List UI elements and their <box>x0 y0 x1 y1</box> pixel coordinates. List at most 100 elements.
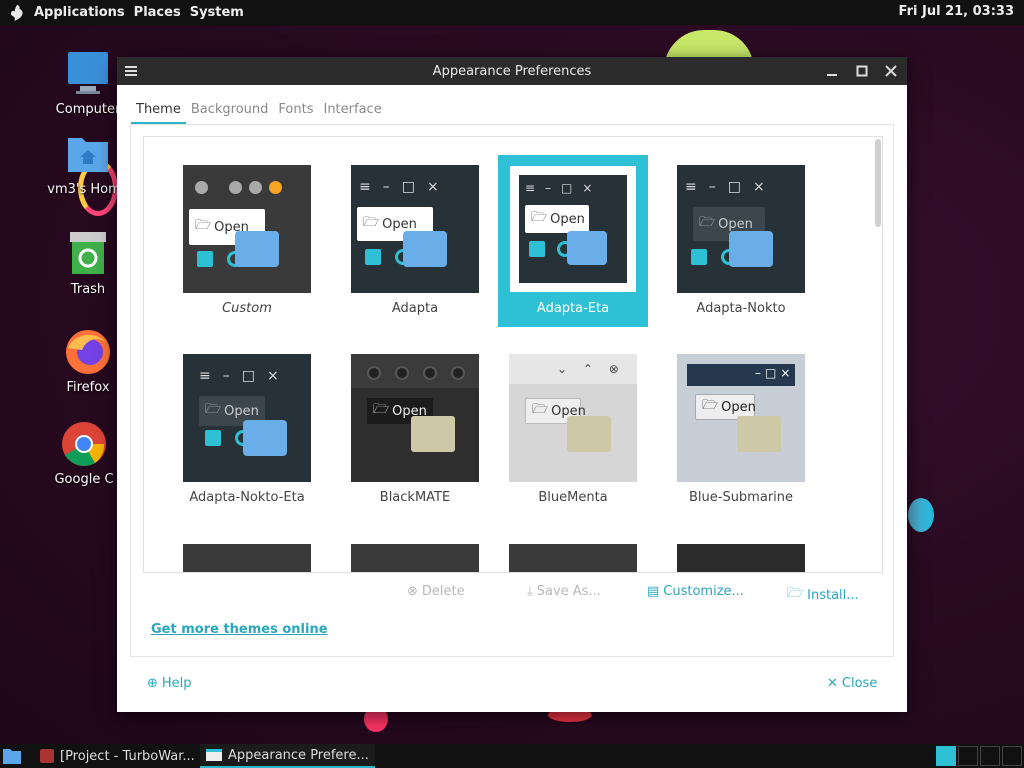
theme-preview <box>351 544 479 572</box>
open-button-preview: 🗁 Open <box>525 205 589 233</box>
close-icon[interactable] <box>881 61 901 81</box>
gnome-foot-icon[interactable] <box>6 2 28 24</box>
theme-preview: –□× 🗁 Open <box>677 354 805 482</box>
places-menu[interactable]: Places <box>134 5 181 20</box>
tab-background[interactable]: Background <box>186 101 274 124</box>
theme-preview: 🗁 Open <box>351 354 479 482</box>
help-button[interactable]: ⊕ Help <box>147 676 192 691</box>
checkbox-icon <box>365 249 381 265</box>
tab-fonts[interactable]: Fonts <box>273 101 318 124</box>
save-as-button[interactable]: ⤓ Save As... <box>527 584 601 599</box>
theme-name: Adapta-Nokto <box>696 301 786 316</box>
theme-name: Adapta-Eta <box>536 301 610 316</box>
folder-icon <box>411 416 455 452</box>
delete-icon: ⊗ <box>407 584 418 599</box>
help-icon: ⊕ <box>147 676 158 691</box>
theme-item-custom[interactable]: 🗁 Open Custom <box>172 155 322 327</box>
theme-name: Blue-Submarine <box>688 490 794 505</box>
folder-icon <box>403 231 447 267</box>
window-titlebar[interactable]: Appearance Preferences <box>117 57 907 85</box>
checkbox-icon <box>691 249 707 265</box>
theme-name: Adapta <box>391 301 439 316</box>
customize-button[interactable]: ▤ Customize... <box>647 584 744 599</box>
folder-icon <box>235 231 279 267</box>
workspace-1[interactable] <box>936 746 956 766</box>
close-button[interactable]: ✕ Close <box>827 676 877 691</box>
theme-item-partial[interactable] <box>172 534 322 572</box>
taskbar-item-project[interactable]: [Project - TurboWar... <box>34 744 201 768</box>
folder-open-icon: 🗁 <box>531 210 548 225</box>
theme-item-adapta[interactable]: ≡–□× 🗁 Open Adapta <box>340 155 490 327</box>
theme-preview <box>509 544 637 572</box>
folder-open-icon: 🗁 <box>532 402 549 417</box>
install-button[interactable]: 🗁 Install... <box>787 584 859 606</box>
window-button-icon <box>451 366 465 380</box>
window-buttons-icon: ≡–□× <box>525 181 603 195</box>
trash-icon <box>64 230 112 278</box>
folder-open-icon: 🗁 <box>787 586 804 601</box>
folder-icon <box>567 416 611 452</box>
folder-icon <box>729 231 773 267</box>
window-icon <box>206 749 222 761</box>
download-icon: ⤓ <box>527 584 533 599</box>
theme-name: BlackMATE <box>379 490 451 505</box>
workspace-3[interactable] <box>980 746 1000 766</box>
theme-preview: 🗁 Open <box>183 165 311 293</box>
theme-item-partial[interactable] <box>340 534 490 572</box>
window-button-icon <box>195 181 208 194</box>
firefox-icon <box>64 328 112 376</box>
clock[interactable]: Fri Jul 21, 03:33 <box>899 4 1014 19</box>
workspace-2[interactable] <box>958 746 978 766</box>
applications-menu[interactable]: Applications <box>34 5 125 20</box>
document-icon: ▤ <box>647 584 660 599</box>
window-button-icon <box>367 366 381 380</box>
theme-item-partial[interactable] <box>498 534 648 572</box>
folder-open-icon: 🗁 <box>373 402 390 417</box>
folder-open-icon: 🗁 <box>699 215 716 230</box>
top-panel: Applications Places System Fri Jul 21, 0… <box>0 0 1024 25</box>
theme-preview <box>183 544 311 572</box>
theme-name: BlueMenta <box>538 490 608 505</box>
tab-theme[interactable]: Theme <box>131 101 186 124</box>
window-buttons-icon: ≡–□× <box>685 179 777 195</box>
get-more-themes-link[interactable]: Get more themes online <box>151 622 328 637</box>
window-button-icon <box>269 181 282 194</box>
appearance-preferences-window: Appearance Preferences Theme Background … <box>117 57 907 712</box>
theme-preview: ≡–□× 🗁 Open <box>510 166 636 292</box>
theme-item-blackmate[interactable]: 🗁 Open BlackMATE <box>340 344 490 516</box>
theme-name: Adapta-Nokto-Eta <box>189 490 305 505</box>
chrome-icon <box>60 420 108 468</box>
theme-item-adapta-nokto-eta[interactable]: ≡–□× 🗁 Open Adapta-Nokto-Eta <box>172 344 322 516</box>
delete-button[interactable]: ⊗ Delete <box>407 584 465 599</box>
show-desktop-icon[interactable] <box>2 747 22 768</box>
folder-icon <box>567 231 607 265</box>
scrollbar[interactable] <box>875 139 881 227</box>
theme-item-blue-submarine[interactable]: –□× 🗁 Open Blue-Submarine <box>666 344 816 516</box>
folder-open-icon: 🗁 <box>205 402 222 417</box>
maximize-icon[interactable] <box>852 61 872 81</box>
close-icon: ✕ <box>827 676 838 691</box>
checkbox-icon <box>529 241 545 257</box>
window-buttons-icon: –□× <box>755 366 795 380</box>
folder-open-icon: 🗁 <box>702 398 719 413</box>
system-menu[interactable]: System <box>190 5 244 20</box>
theme-item-partial[interactable] <box>666 534 816 572</box>
folder-icon <box>243 420 287 456</box>
theme-item-adapta-eta[interactable]: ≡–□× 🗁 Open Adapta-Eta <box>498 155 648 327</box>
theme-tab-panel: 🗁 Open Custom ≡–□× 🗁 Open Adapta ≡–□× 🗁 … <box>130 124 894 657</box>
checkbox-icon <box>197 251 213 267</box>
minimize-icon[interactable] <box>822 61 842 81</box>
theme-preview: ≡–□× 🗁 Open <box>351 165 479 293</box>
window-title: Appearance Preferences <box>432 64 592 79</box>
theme-item-bluementa[interactable]: ⌄ ⌃ ⊗ 🗁 Open BlueMenta <box>498 344 648 516</box>
folder-open-icon: 🗁 <box>363 215 380 230</box>
workspace-4[interactable] <box>1002 746 1022 766</box>
tab-interface[interactable]: Interface <box>318 101 386 124</box>
tab-bar: Theme Background Fonts Interface <box>131 101 387 124</box>
taskbar-item-appearance[interactable]: Appearance Prefere... <box>200 744 375 768</box>
theme-preview: ≡–□× 🗁 Open <box>677 165 805 293</box>
window-buttons-icon: ≡–□× <box>359 179 451 195</box>
theme-grid[interactable]: 🗁 Open Custom ≡–□× 🗁 Open Adapta ≡–□× 🗁 … <box>143 136 883 573</box>
theme-item-adapta-nokto[interactable]: ≡–□× 🗁 Open Adapta-Nokto <box>666 155 816 327</box>
folder-icon <box>737 416 781 452</box>
